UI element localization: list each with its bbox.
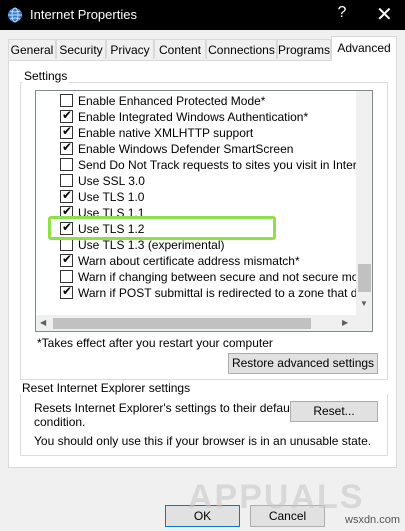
tab-security[interactable]: Security (56, 39, 106, 59)
list-item-label: Warn if POST submittal is redirected to … (78, 286, 356, 300)
checkbox[interactable] (60, 174, 73, 187)
checkbox[interactable]: ✔ (60, 141, 73, 155)
list-item-label: Use SSL 3.0 (78, 174, 145, 188)
scroll-thumb[interactable] (358, 264, 371, 292)
check-icon: ✔ (62, 109, 73, 122)
list-item[interactable]: Send Do Not Track requests to sites you … (36, 157, 356, 173)
check-icon: ✔ (62, 189, 73, 202)
tab-programs[interactable]: Programs (277, 39, 331, 59)
list-item[interactable]: ✔ Enable native XMLHTTP support (36, 125, 356, 141)
site-watermark: wsxdn.com (345, 514, 401, 526)
horizontal-scrollbar[interactable]: ◀ ▶ (36, 315, 372, 331)
checkbox[interactable] (60, 158, 73, 171)
appuals-watermark: APPUALS (188, 478, 365, 516)
list-item[interactable]: Use SSL 3.0 (36, 173, 356, 189)
list-item[interactable]: ✔ Warn about certificate address mismatc… (36, 253, 356, 269)
check-icon: ✔ (62, 285, 73, 298)
check-icon: ✔ (62, 253, 73, 266)
vertical-scrollbar[interactable]: ▼ (356, 91, 372, 315)
internet-globe-icon (8, 7, 22, 23)
reset-description-line1: Resets Internet Explorer's settings to t… (34, 401, 296, 415)
title-bar: Internet Properties ? ✕ (0, 0, 405, 30)
list-item-label: Enable Integrated Windows Authentication… (78, 110, 309, 124)
list-item-label: Warn about certificate address mismatch* (78, 254, 300, 268)
scroll-down-icon[interactable]: ▼ (360, 299, 368, 308)
list-item-label: Send Do Not Track requests to sites you … (78, 158, 356, 172)
tab-advanced[interactable]: Advanced (331, 36, 397, 61)
scroll-right-icon[interactable]: ▶ (342, 318, 348, 327)
checkbox[interactable]: ✔ (60, 285, 73, 299)
list-item[interactable]: Enable Enhanced Protected Mode* (36, 93, 356, 109)
reset-button[interactable]: Reset... (290, 401, 378, 422)
list-item[interactable]: ✔ Warn if POST submittal is redirected t… (36, 285, 356, 301)
settings-group-label: Settings (22, 69, 70, 83)
list-item[interactable]: ✔ Use TLS 1.0 (36, 189, 356, 205)
list-item-label: Warn if changing between secure and not … (78, 270, 356, 284)
check-icon: ✔ (62, 125, 73, 138)
list-item[interactable]: ✔ Enable Windows Defender SmartScreen (36, 141, 356, 157)
tab-privacy[interactable]: Privacy (106, 39, 154, 59)
checkbox[interactable] (60, 270, 73, 283)
list-item-label: Enable native XMLHTTP support (78, 126, 254, 140)
restart-note: *Takes effect after you restart your com… (37, 336, 273, 350)
list-item-label: Enable Windows Defender SmartScreen (78, 142, 294, 156)
check-icon: ✔ (62, 141, 73, 154)
checkbox[interactable]: ✔ (60, 125, 73, 139)
list-item[interactable]: Warn if changing between secure and not … (36, 269, 356, 285)
reset-group-label: Reset Internet Explorer settings (22, 381, 191, 395)
close-icon[interactable]: ✕ (376, 2, 393, 27)
list-item-label: Use TLS 1.0 (78, 190, 145, 204)
list-item[interactable]: ✔ Enable Integrated Windows Authenticati… (36, 109, 356, 125)
restore-advanced-settings-button[interactable]: Restore advanced settings (228, 353, 378, 374)
settings-list[interactable]: Enable Enhanced Protected Mode* ✔ Enable… (35, 90, 373, 332)
checkbox[interactable]: ✔ (60, 189, 73, 203)
tab-content[interactable]: Content (154, 39, 206, 59)
checkbox[interactable] (60, 94, 73, 107)
tab-connections[interactable]: Connections (206, 39, 277, 59)
reset-description-line2: condition. (34, 415, 86, 429)
help-icon[interactable]: ? (334, 4, 350, 22)
scroll-left-icon[interactable]: ◀ (40, 318, 46, 327)
checkbox[interactable]: ✔ (60, 253, 73, 267)
reset-warning: You should only use this if your browser… (34, 434, 372, 448)
list-item-label: Enable Enhanced Protected Mode* (78, 94, 266, 108)
tls-1-2-highlight (48, 216, 276, 240)
window-title: Internet Properties (30, 7, 137, 22)
checkbox[interactable]: ✔ (60, 109, 73, 123)
scroll-thumb[interactable] (53, 318, 311, 329)
tab-general[interactable]: General (8, 39, 56, 59)
